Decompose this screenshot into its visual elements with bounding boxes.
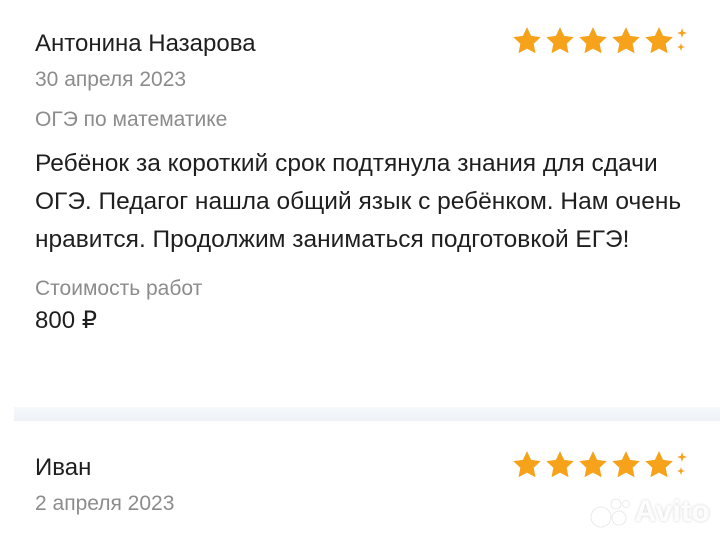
review-card: Антонина Назарова 30 апреля 2023 ОГЭ по … (35, 28, 692, 337)
cost-value: 800 ₽ (35, 307, 97, 334)
star-icon (645, 451, 673, 478)
sparkle-icon (677, 28, 687, 51)
star-icon (546, 27, 574, 54)
star-icon (546, 451, 574, 478)
review-date: 30 апреля 2023 (35, 68, 187, 91)
avito-watermark: Avito (589, 495, 710, 529)
reviews-page: Антонина Назарова 30 апреля 2023 ОГЭ по … (0, 0, 720, 539)
rating-stars (511, 448, 690, 482)
sparkle-icon (677, 452, 687, 475)
section-divider (14, 407, 720, 421)
star-icon (579, 27, 607, 54)
star-icon (513, 27, 541, 54)
star-icon (612, 451, 640, 478)
star-icon (612, 27, 640, 54)
star-icon (513, 451, 541, 478)
star-icon (645, 27, 673, 54)
review-text: Ребёнок за короткий срок подтянула знани… (35, 150, 682, 253)
review-subject: ОГЭ по математике (35, 108, 228, 131)
watermark-text: Avito (634, 495, 710, 528)
rating-stars (511, 24, 690, 58)
cost-label: Стоимость работ (35, 277, 203, 300)
avito-logo-icon (590, 498, 630, 528)
star-icon (579, 451, 607, 478)
